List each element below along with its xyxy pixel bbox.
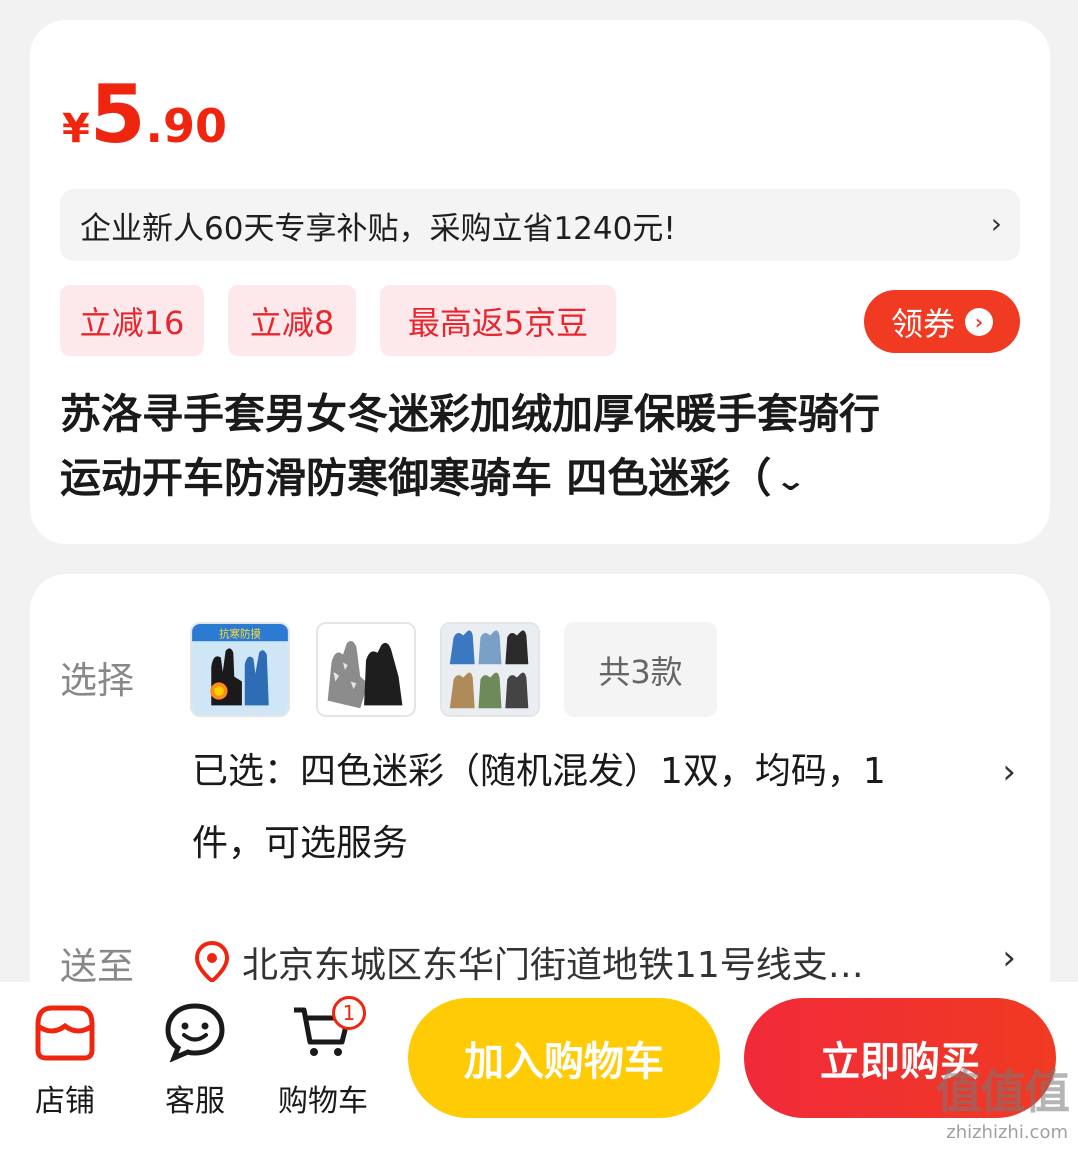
product-title-line: 运动开车防滑防寒御寒骑车 四色迷彩（ ⌄ (60, 446, 1025, 513)
subsidy-text: 企业新人60天专享补贴，采购立省1240元! (80, 210, 676, 247)
product-title-text: 运动开车防滑防寒御寒骑车 四色迷彩（ (60, 454, 772, 502)
bottom-action-bar: 店铺 客服 1 购物车 加入购物车 立即购买 值值值 zhizhizhi.com (0, 982, 1078, 1149)
address-text: 北京东城区东华门街道地铁11号线支… (242, 945, 864, 986)
subsidy-banner[interactable]: 企业新人60天专享补贴，采购立省1240元! › (60, 189, 1020, 261)
svg-text:抗寒防摸: 抗寒防摸 (219, 627, 262, 640)
product-title-line: 苏洛寻手套男女冬迷彩加绒加厚保暖手套骑行 (60, 390, 880, 438)
price-decimal: .90 (145, 99, 228, 153)
variant-thumbnail[interactable] (440, 622, 540, 717)
glove-image-icon: 抗寒防摸 (192, 624, 288, 715)
product-summary-card: ¥5.90 企业新人60天专享补贴，采购立省1240元! › 立减16 立减8 … (30, 20, 1050, 544)
store-label: 店铺 (35, 1084, 95, 1119)
cart-icon-wrap: 1 (290, 996, 366, 1062)
price-currency: ¥ (62, 106, 90, 152)
chevron-right-icon: › (990, 207, 1002, 240)
watermark-url: zhizhizhi.com (946, 1122, 1068, 1143)
select-label: 选择 (60, 659, 134, 702)
delivery-address[interactable]: 北京东城区东华门街道地铁11号线支… (192, 936, 972, 988)
glove-image-icon (318, 624, 414, 715)
cart-count-badge: 1 (332, 996, 366, 1030)
chevron-circle-icon: › (965, 307, 993, 336)
variant-thumbnail[interactable]: 抗寒防摸 (190, 622, 290, 717)
chevron-right-icon[interactable]: › (1002, 938, 1016, 978)
promo-tag[interactable]: 最高返5京豆 (380, 285, 616, 356)
watermark-logo: 值值值 (936, 1065, 1070, 1119)
promo-tag[interactable]: 立减16 (60, 285, 204, 356)
coupon-label: 领券 (890, 304, 955, 343)
service-label: 客服 (165, 1084, 225, 1119)
cart-tab[interactable]: 1 购物车 (268, 996, 378, 1120)
add-to-cart-button[interactable]: 加入购物车 (408, 998, 720, 1118)
price: ¥5.90 (62, 70, 227, 160)
location-pin-icon (194, 940, 230, 984)
cart-label: 购物车 (278, 1084, 368, 1119)
variant-thumbnail[interactable] (316, 622, 416, 717)
variant-count-chip[interactable]: 共3款 (564, 622, 717, 717)
store-tab[interactable]: 店铺 (10, 1002, 120, 1120)
watermark: 值值值 zhizhizhi.com (936, 1056, 1070, 1143)
chevron-down-icon[interactable]: ⌄ (775, 449, 808, 513)
product-title: 苏洛寻手套男女冬迷彩加绒加厚保暖手套骑行 运动开车防滑防寒御寒骑车 四色迷彩（ ⌄ (60, 382, 1025, 513)
chat-face-icon (165, 1003, 225, 1062)
get-coupon-button[interactable]: 领券 › (864, 290, 1020, 353)
price-integer: 5 (89, 68, 146, 161)
selected-spec[interactable]: 已选：四色迷彩（随机混发）1双，均码，1件，可选服务 (192, 736, 952, 880)
customer-service-tab[interactable]: 客服 (140, 1002, 250, 1120)
promo-tag[interactable]: 立减8 (228, 285, 356, 356)
glove-image-icon (442, 624, 538, 715)
store-icon (35, 1005, 95, 1061)
chevron-right-icon[interactable]: › (1002, 752, 1016, 792)
